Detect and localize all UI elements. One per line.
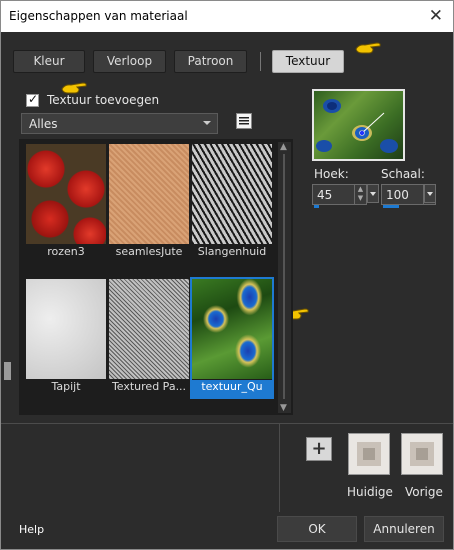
checkmark-icon: ✓ [28, 92, 39, 106]
tab-verloop[interactable]: Verloop [93, 50, 166, 73]
angle-value: 45 [317, 188, 333, 202]
previous-swatch-label: Vorige [405, 485, 443, 499]
texture-thumbnail [26, 279, 106, 379]
peacock-feather-image [316, 99, 398, 153]
close-icon[interactable]: ✕ [429, 6, 443, 26]
texture-label: Slangenhuid [197, 245, 267, 258]
angle-spinner[interactable]: 45 ▲ ▼ [312, 184, 367, 208]
texture-thumbnail [109, 144, 189, 244]
category-value: Alles [29, 117, 58, 131]
texture-item-tapijt[interactable]: Tapijt [26, 279, 106, 397]
texture-label: textuur_Qu [192, 380, 272, 397]
chevron-down-icon[interactable]: ▼ [280, 403, 287, 413]
category-dropdown[interactable]: Alles [21, 113, 218, 134]
divider [279, 424, 280, 512]
pointing-hand-icon [355, 42, 381, 54]
texture-label: rozen3 [47, 245, 85, 258]
texture-thumbnail [26, 144, 106, 244]
scrollbar-thumb[interactable] [4, 362, 11, 380]
current-swatch[interactable] [348, 433, 390, 475]
texture-preview[interactable] [312, 89, 405, 161]
add-texture-checkbox[interactable]: ✓ [26, 92, 39, 107]
material-properties-dialog: Eigenschappen van materiaal ✕ Kleur Verl… [0, 0, 454, 550]
tab-separator [260, 52, 261, 71]
help-link[interactable]: Help [19, 523, 44, 536]
scrollbar-track [283, 154, 285, 399]
chevron-up-icon[interactable]: ▲ [280, 142, 287, 152]
texture-label: Tapijt [51, 380, 81, 393]
divider [1, 423, 453, 424]
window-title: Eigenschappen van materiaal [9, 9, 188, 23]
texture-item-rozen3[interactable]: rozen3 [26, 144, 106, 262]
ok-button[interactable]: OK [277, 516, 357, 542]
list-view-icon[interactable] [236, 113, 252, 129]
title-bar: Eigenschappen van materiaal ✕ [1, 1, 453, 32]
add-texture-label: Textuur toevoegen [47, 93, 160, 107]
texture-item-seamlesjute[interactable]: seamlesJute [109, 144, 189, 262]
chevron-down-icon [203, 121, 211, 125]
angle-slider-fill [314, 205, 319, 208]
angle-label: Hoek: [314, 167, 349, 181]
texture-thumbnail [192, 279, 272, 379]
cancel-button[interactable]: Annuleren [364, 516, 444, 542]
tab-patroon[interactable]: Patroon [174, 50, 247, 73]
tab-textuur[interactable]: Textuur [272, 50, 344, 73]
spinner-arrows-icon[interactable]: ▲▼ [354, 185, 366, 204]
tab-kleur[interactable]: Kleur [13, 50, 85, 73]
texture-label: Textured Pa... [111, 380, 187, 393]
scale-value: 100 [386, 188, 409, 202]
texture-item-textuur-qu[interactable]: textuur_Qu [190, 277, 274, 399]
angle-dropdown-button[interactable] [367, 184, 379, 203]
texture-label: seamlesJute [115, 245, 183, 258]
add-swatch-button[interactable]: + [306, 437, 332, 461]
scale-label: Schaal: [381, 167, 425, 181]
plus-icon: + [311, 438, 327, 459]
scale-dropdown-button[interactable] [424, 184, 436, 203]
previous-swatch[interactable] [401, 433, 443, 475]
texture-item-textured-paper[interactable]: Textured Pa... [109, 279, 189, 397]
texture-thumbnail [109, 279, 189, 379]
current-swatch-label: Huidige [347, 485, 393, 499]
texture-item-slangenhuid[interactable]: Slangenhuid [192, 144, 272, 262]
texture-thumbnail [192, 144, 272, 244]
scale-slider-fill [383, 205, 399, 208]
texture-list-scrollbar[interactable]: ▲ ▼ [278, 142, 291, 413]
